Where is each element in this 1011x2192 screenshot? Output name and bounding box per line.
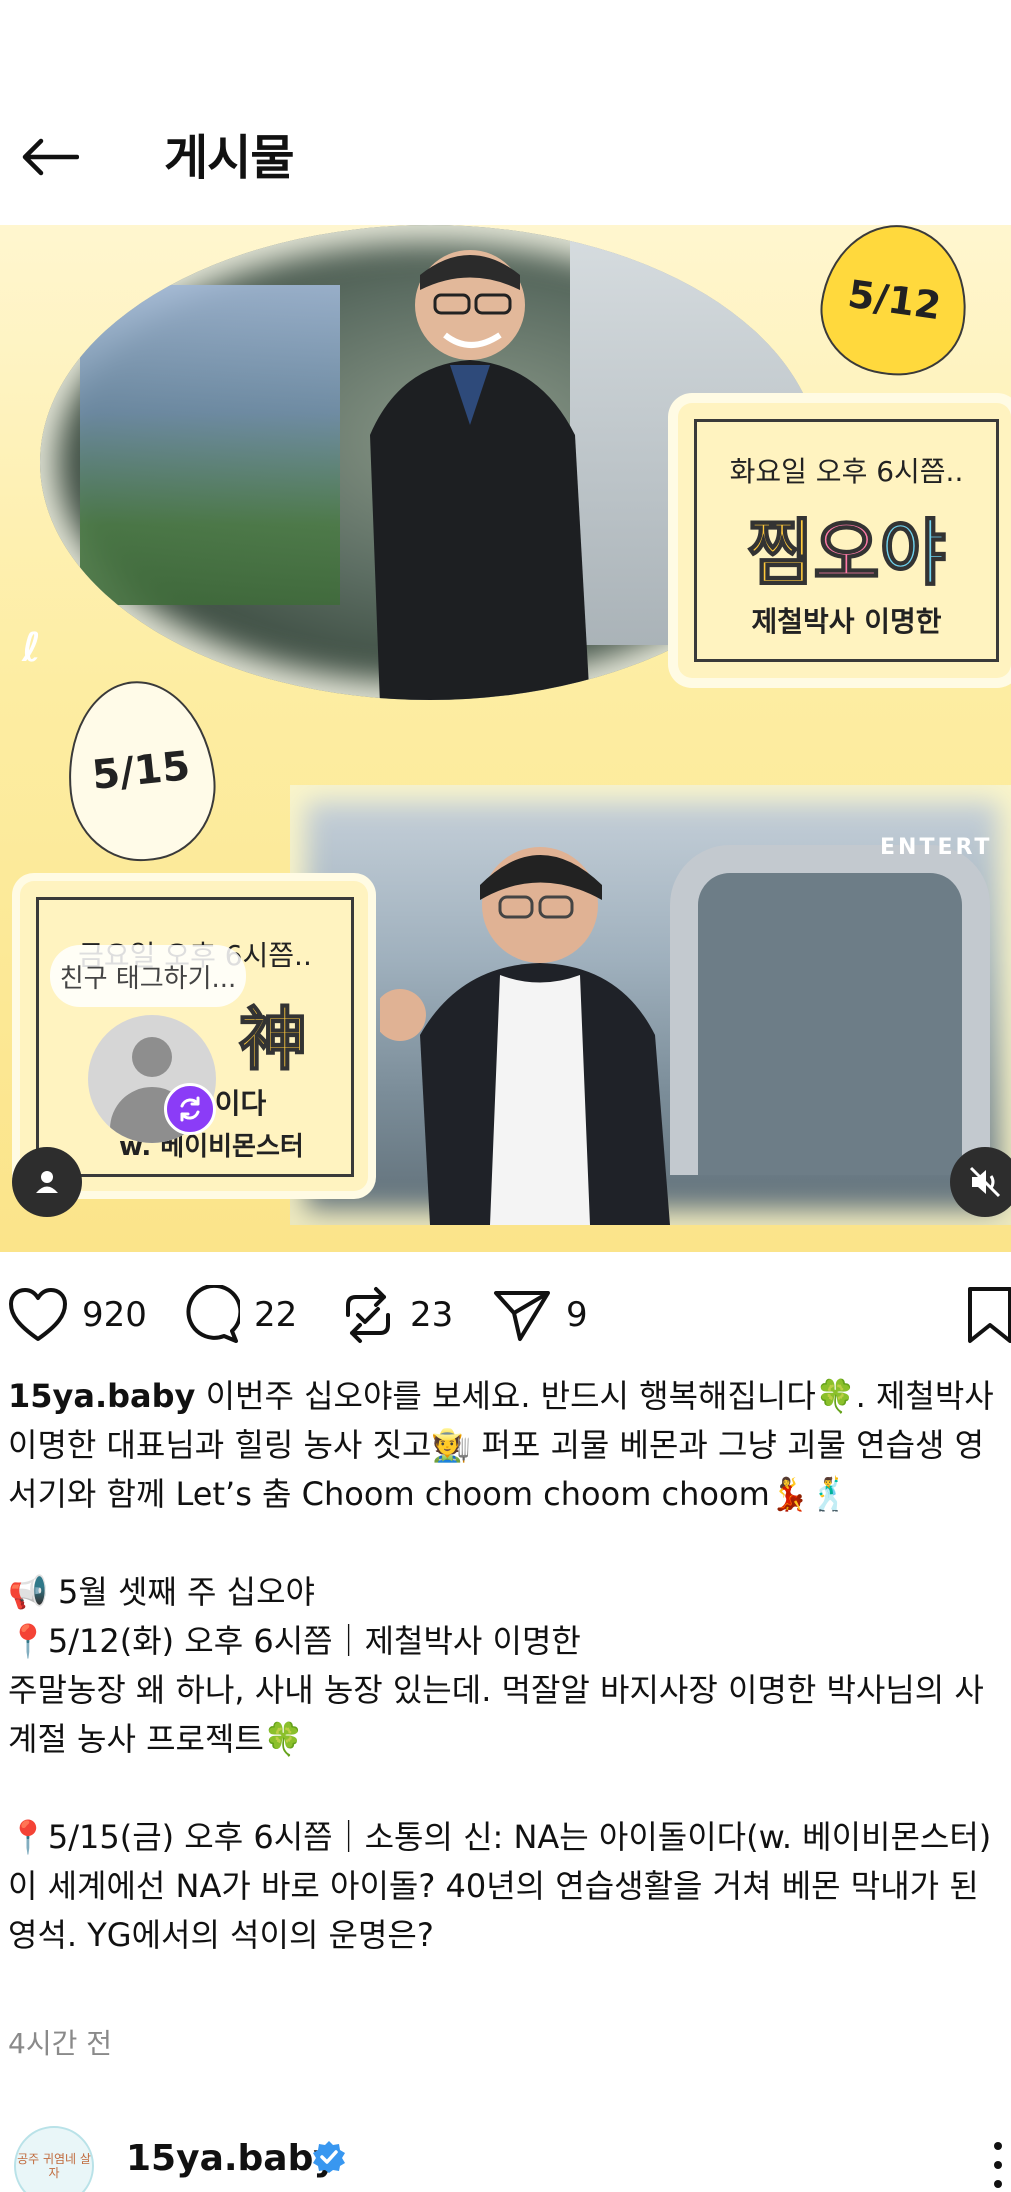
comment-icon [186, 1285, 240, 1343]
share-button[interactable]: 9 [492, 1280, 588, 1350]
comment-button[interactable]: 22 [180, 1280, 297, 1350]
mute-button[interactable] [950, 1147, 1011, 1217]
doodle-mark: ℓ [22, 625, 41, 671]
author-row: 공주 귀염네 살자 15ya.baby [0, 2118, 1011, 2192]
like-count: 920 [82, 1295, 147, 1335]
like-button[interactable]: 920 [8, 1280, 147, 1350]
card-title: 찜오야 [746, 510, 947, 596]
person-illustration [370, 250, 590, 700]
verified-badge-icon [313, 2141, 345, 2173]
tag-friend-hint[interactable]: 친구 태그하기... [50, 945, 246, 1007]
repost-icon [346, 1287, 390, 1343]
top-bar: 게시물 [0, 100, 1011, 210]
author-username[interactable]: 15ya.baby [126, 2138, 337, 2179]
user-tags-button[interactable] [12, 1147, 82, 1217]
bookmark-icon [968, 1287, 1011, 1343]
swap-icon[interactable] [164, 1083, 216, 1135]
repost-count: 23 [410, 1295, 454, 1335]
avatar[interactable]: 공주 귀염네 살자 [14, 2126, 94, 2192]
person-icon [36, 1171, 58, 1193]
comment-count: 22 [254, 1295, 298, 1335]
action-bar: 920 22 23 9 [0, 1280, 1011, 1350]
back-button[interactable] [16, 124, 82, 190]
post-media[interactable]: ENTERT 5/12 5/15 화요일 오후 6시쯤.. 찜오야 제철박사 이… [0, 225, 1011, 1252]
caption-text: 이번주 십오야를 보세요. 반드시 행복해집니다🍀. 제철박사 이명한 대표님과… [8, 1377, 994, 1954]
date-egg-2: 5/15 [58, 673, 224, 869]
photo-building: ENTERT [290, 785, 1011, 1225]
date-egg-1: 5/12 [812, 225, 977, 385]
more-options-icon[interactable] [988, 2140, 1008, 2190]
share-count: 9 [566, 1295, 588, 1335]
post-caption: 15ya.baby 이번주 십오야를 보세요. 반드시 행복해집니다🍀. 제철박… [8, 1372, 1011, 1960]
heart-icon [9, 1288, 67, 1341]
caption-username[interactable]: 15ya.baby [8, 1377, 195, 1415]
page-title: 게시물 [164, 130, 294, 186]
save-button[interactable] [966, 1280, 1011, 1350]
speaker-muted-icon [969, 1166, 1001, 1198]
post-timestamp: 4시간 전 [8, 2027, 112, 2060]
schedule-card-1: 화요일 오후 6시쯤.. 찜오야 제철박사 이명한 [678, 403, 1011, 678]
arrow-left-icon [22, 138, 79, 176]
send-icon [494, 1291, 550, 1341]
person-illustration [380, 847, 670, 1225]
repost-button[interactable]: 23 [340, 1280, 453, 1350]
